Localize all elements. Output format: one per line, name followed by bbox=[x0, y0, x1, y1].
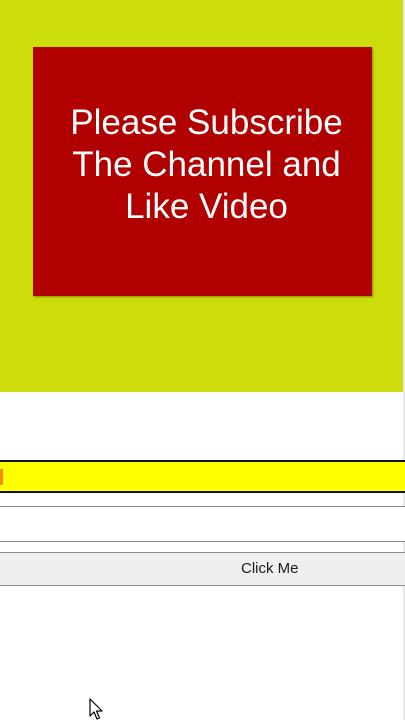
text-caret-marker bbox=[0, 469, 3, 485]
page: Please Subscribe The Channel and Like Vi… bbox=[0, 0, 405, 720]
text-input[interactable] bbox=[0, 506, 405, 542]
promo-card: Please Subscribe The Channel and Like Vi… bbox=[33, 47, 372, 296]
click-me-button[interactable]: Click Me bbox=[0, 552, 405, 586]
highlight-bar bbox=[0, 460, 405, 493]
mouse-cursor-icon bbox=[89, 698, 103, 720]
promo-banner: Please Subscribe The Channel and Like Vi… bbox=[0, 0, 403, 392]
promo-message: Please Subscribe The Channel and Like Vi… bbox=[70, 103, 343, 226]
